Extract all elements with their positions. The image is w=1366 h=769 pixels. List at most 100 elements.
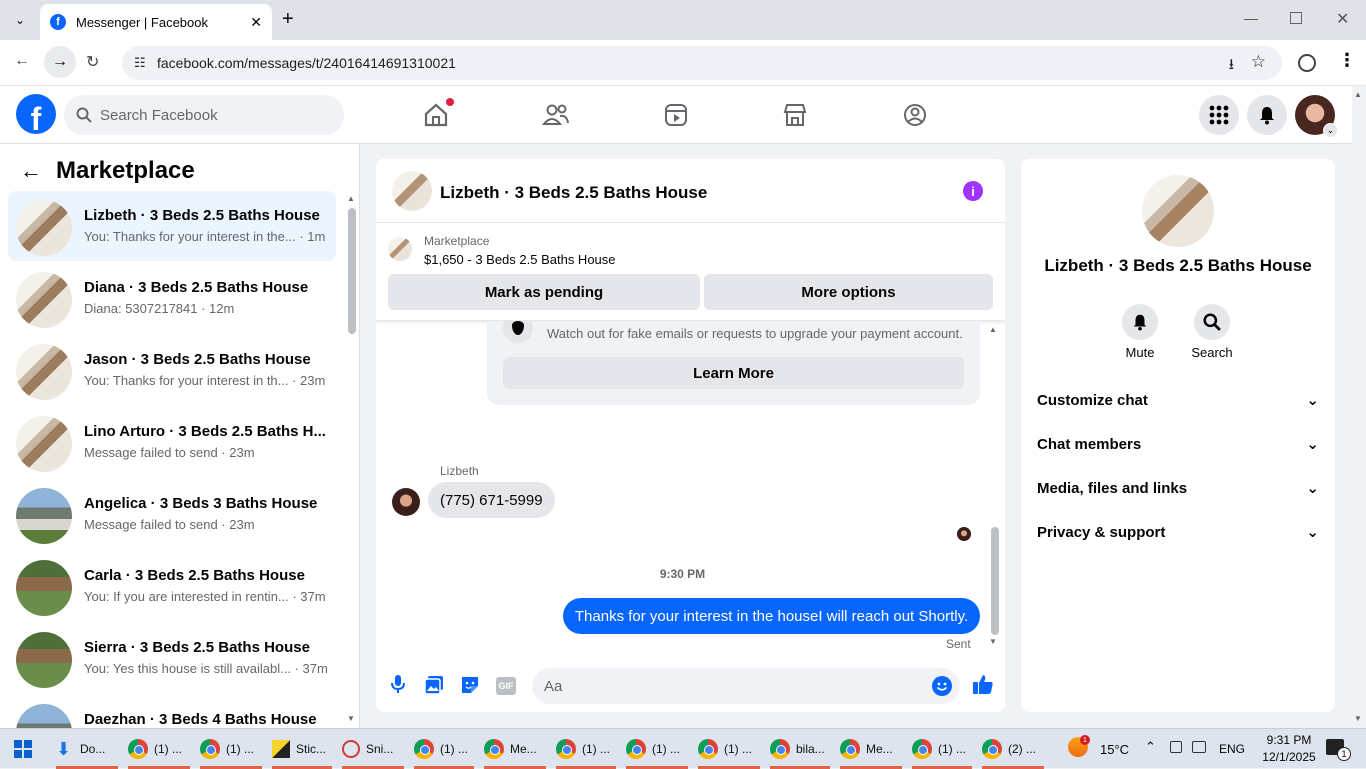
menu-grid-button[interactable] [1199,95,1239,135]
taskbar-app-item[interactable]: ⬇ Do... [52,729,122,769]
thread-scroll-down-icon[interactable]: ▼ [989,637,997,646]
forward-icon[interactable]: → [44,46,76,78]
conversation-thumbnail [16,272,72,328]
chrome-icon [982,739,1002,759]
mark-as-pending-button[interactable]: Mark as pending [388,274,700,310]
chat-members-row[interactable]: Chat members ⌄ [1037,435,1319,454]
tab-close-icon[interactable]: ✕ [250,14,262,31]
display-icon[interactable] [1170,741,1182,753]
conversation-item[interactable]: Diana · 3 Beds 2.5 Baths House Diana: 530… [8,263,336,333]
page-scroll-up-icon[interactable]: ▲ [1354,90,1362,99]
photo-icon[interactable] [424,675,444,700]
taskbar-app-label: (2) ... [1008,742,1037,756]
clock-date[interactable]: 12/1/2025 [1258,750,1320,764]
taskbar-app-item[interactable]: Stic... [268,729,336,769]
mute-button[interactable] [1122,304,1158,340]
sticker-icon[interactable] [460,675,480,700]
facebook-logo-icon[interactable]: f [16,94,56,134]
page-scroll-down-icon[interactable]: ▼ [1354,714,1362,723]
browser-tab-messenger[interactable]: f Messenger | Facebook ✕ [40,4,272,40]
taskbar-app-item[interactable]: bila... [766,729,834,769]
thumbs-up-icon[interactable] [972,673,994,700]
taskbar-app-label: Stic... [296,742,327,756]
conversation-item[interactable]: Sierra · 3 Beds 2.5 Baths House You: Yes … [8,623,336,693]
url-text: facebook.com/messages/t/2401641469131002… [157,55,456,71]
emoji-icon[interactable] [932,676,952,696]
language-indicator[interactable]: ENG [1219,742,1245,756]
address-bar[interactable]: ☷ facebook.com/messages/t/24016414691310… [122,46,1282,80]
conversation-item[interactable]: Daezhan · 3 Beds 4 Baths House [8,695,336,728]
conversation-item[interactable]: Angelica · 3 Beds 3 Baths House Message f… [8,479,336,549]
microphone-icon[interactable] [390,674,406,699]
taskbar-app-item[interactable]: (2) ... [978,729,1048,769]
facebook-search-input[interactable]: Search Facebook [64,95,344,135]
taskbar-app-item[interactable]: (1) ... [908,729,976,769]
thread-scroll-up-icon[interactable]: ▲ [989,325,997,334]
conversation-item[interactable]: Lizbeth · 3 Beds 2.5 Baths House You: Tha… [8,191,336,261]
conversation-item[interactable]: Jason · 3 Beds 2.5 Baths House You: Thank… [8,335,336,405]
chat-title[interactable]: Lizbeth · 3 Beds 2.5 Baths House [440,183,707,203]
chevron-down-icon: ⌄ [1323,123,1338,138]
listing-thumbnail[interactable] [388,237,412,261]
taskbar-app-item[interactable]: (1) ... [694,729,764,769]
scroll-up-arrow-icon[interactable]: ▲ [347,194,355,203]
taskbar-app-item[interactable]: (1) ... [124,729,194,769]
taskbar-app-item[interactable]: Sni... [338,729,408,769]
taskbar-app-label: Do... [80,742,106,756]
browser-menu-icon[interactable]: ⋮ [1338,50,1356,71]
home-icon[interactable] [420,98,454,130]
back-arrow-icon[interactable]: ← [20,158,42,184]
close-window-icon[interactable]: ✕ [1336,9,1349,29]
conversation-thumbnail [16,488,72,544]
restore-window-icon[interactable] [1290,12,1302,24]
reload-icon[interactable]: ↻ [86,52,99,72]
thread-scrollbar[interactable] [991,527,999,635]
profile-icon[interactable] [1298,54,1316,72]
learn-more-button[interactable]: Learn More [503,357,964,389]
details-thumbnail[interactable] [1142,175,1214,247]
sender-avatar[interactable] [392,488,420,516]
taskbar-app-item[interactable]: (1) ... [410,729,478,769]
network-icon[interactable] [1192,741,1206,753]
bookmark-star-icon[interactable]: ☆ [1251,52,1266,72]
windows-start-icon[interactable] [14,740,32,758]
message-input[interactable]: Aa [532,668,960,704]
taskbar-app-item[interactable]: (1) ... [196,729,266,769]
friends-icon[interactable] [540,100,572,130]
marketplace-icon[interactable] [779,100,811,130]
install-app-icon[interactable]: ⭳ [1229,54,1234,79]
back-icon[interactable]: ← [14,52,30,70]
taskbar-app-item[interactable]: Me... [836,729,906,769]
video-icon[interactable] [660,100,692,130]
notifications-button[interactable] [1247,95,1287,135]
clock-time[interactable]: 9:31 PM [1258,733,1320,747]
gif-icon[interactable]: GIF [496,677,516,695]
account-avatar[interactable]: ⌄ [1295,95,1338,138]
conversation-item[interactable]: Carla · 3 Beds 2.5 Baths House You: If yo… [8,551,336,621]
search-in-chat-button[interactable] [1194,304,1230,340]
taskbar-app-item[interactable]: (1) ... [552,729,620,769]
sidebar-scrollbar[interactable] [348,208,356,334]
scroll-down-arrow-icon[interactable]: ▼ [347,714,355,723]
taskbar-app-item[interactable]: Me... [480,729,550,769]
media-files-links-row[interactable]: Media, files and links ⌄ [1037,479,1319,498]
customize-chat-row[interactable]: Customize chat ⌄ [1037,391,1319,410]
conversation-item[interactable]: Lino Arturo · 3 Beds 2.5 Baths H... Messa… [8,407,336,477]
listing-price-title[interactable]: $1,650 - 3 Beds 2.5 Baths House [424,252,616,267]
minimize-window-icon[interactable]: — [1244,10,1258,26]
shield-icon [503,321,533,343]
incoming-message-bubble[interactable]: (775) 671-5999 [428,482,555,518]
taskbar-app-item[interactable]: (1) ... [622,729,692,769]
site-info-icon[interactable]: ☷ [134,55,146,71]
privacy-support-row[interactable]: Privacy & support ⌄ [1037,523,1319,542]
info-icon[interactable]: i [963,181,983,201]
more-options-button[interactable]: More options [704,274,993,310]
tab-search-dropdown-icon[interactable]: ⌄ [8,8,32,32]
outgoing-message-bubble[interactable]: Thanks for your interest in the houseI w… [563,598,980,634]
weather-temperature[interactable]: 15°C [1100,742,1129,757]
gaming-icon[interactable] [899,100,931,130]
chat-header-thumbnail[interactable] [392,171,432,211]
new-tab-icon[interactable]: + [282,8,294,31]
conversation-name: Lino Arturo · 3 Beds 2.5 Baths H... [84,423,326,440]
tray-chevron-up-icon[interactable]: ⌃ [1145,739,1156,755]
